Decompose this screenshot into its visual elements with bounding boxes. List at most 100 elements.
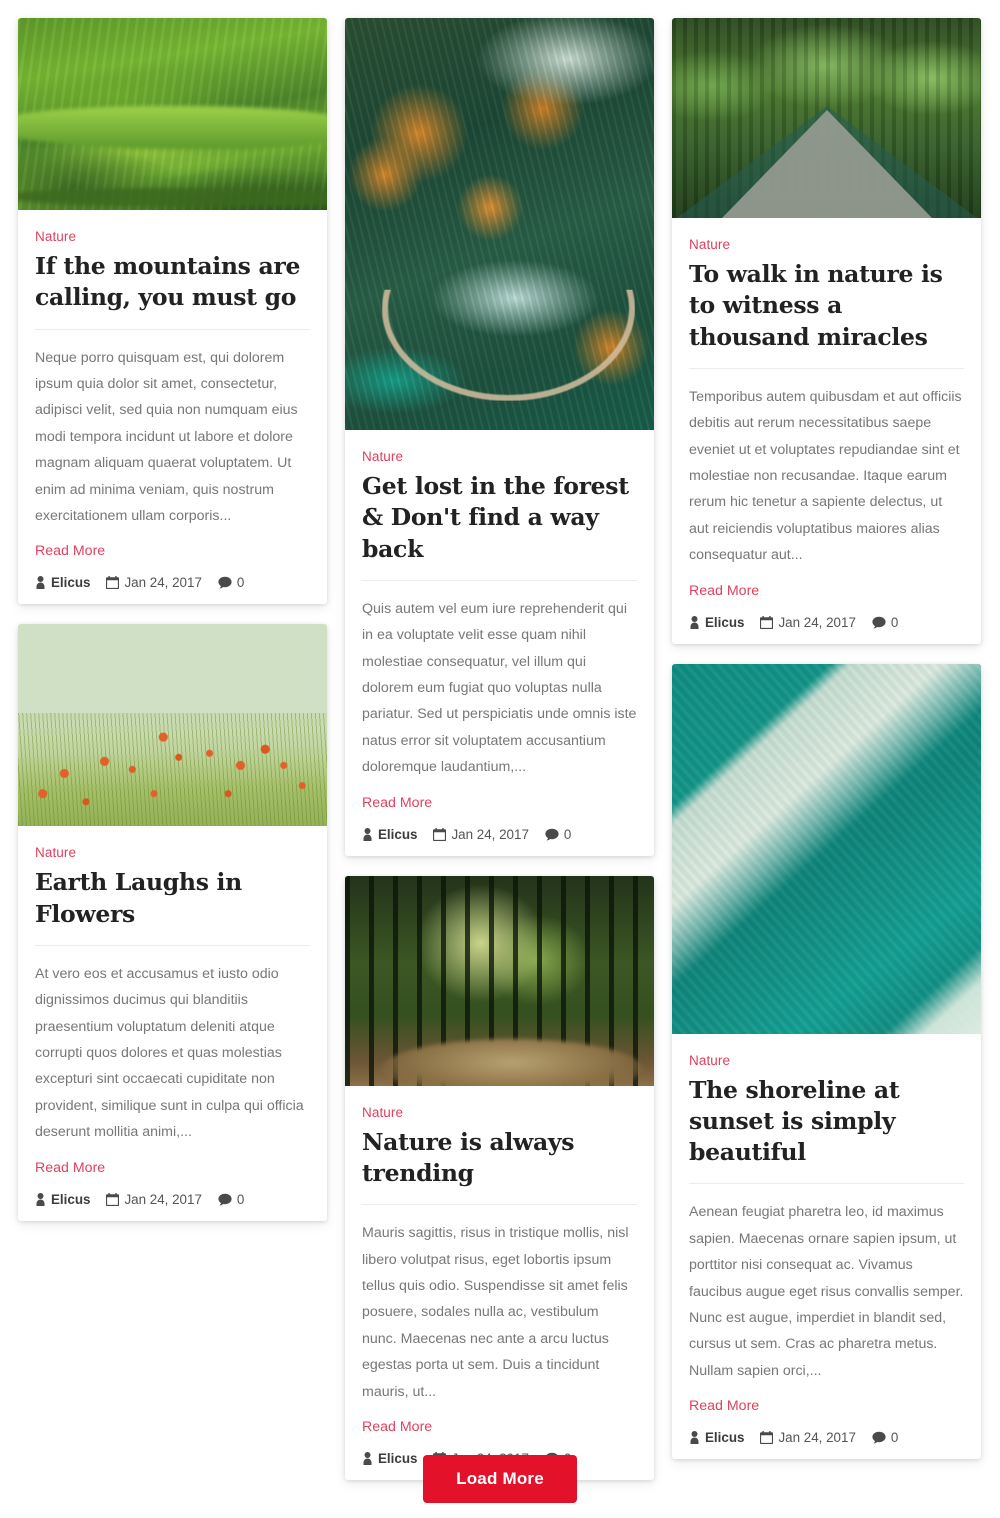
meta-date[interactable]: Jan 24, 2017: [760, 614, 856, 630]
post-excerpt: Mauris sagittis, risus in tristique moll…: [362, 1225, 629, 1400]
title-divider: [362, 579, 637, 581]
post-category[interactable]: Nature: [362, 449, 403, 464]
meta-date[interactable]: Jan 24, 2017: [106, 1192, 202, 1207]
post-title[interactable]: If the mountains are calling, you must g…: [35, 251, 310, 314]
post-title[interactable]: Nature is always trending: [362, 1127, 637, 1190]
mountain-hills-image: [18, 18, 327, 210]
post-category[interactable]: Nature: [35, 229, 76, 244]
post-excerpt: Neque porro quisquam est, qui dolorem ip…: [35, 349, 298, 524]
post-title[interactable]: Earth Laughs in Flowers: [35, 867, 310, 930]
author-name: Elicus: [51, 1191, 91, 1207]
calendar-icon: [433, 827, 447, 841]
calendar-icon: [106, 1192, 120, 1206]
load-more-button[interactable]: Load More: [423, 1455, 577, 1503]
author-name: Elicus: [705, 614, 745, 630]
author-name: Elicus: [378, 826, 418, 842]
meta-comments[interactable]: 0: [545, 827, 571, 842]
ocean-surf-image: [672, 663, 981, 1034]
post-excerpt: Aenean feugiat pharetra leo, id maximus …: [689, 1204, 964, 1379]
meta-author[interactable]: Elicus: [362, 827, 417, 842]
title-divider: [35, 328, 310, 330]
post-card[interactable]: Nature Earth Laughs in Flowers At vero e…: [18, 624, 327, 1221]
grid-column-1: Nature If the mountains are calling, you…: [18, 18, 327, 1221]
post-meta: Elicus Jan 24, 2017 0: [35, 1192, 310, 1207]
meta-author[interactable]: Elicus: [35, 1192, 90, 1207]
title-divider: [689, 1183, 964, 1185]
post-date: Jan 24, 2017: [451, 826, 529, 842]
calendar-icon: [760, 615, 774, 629]
forest-path-image: [345, 875, 654, 1086]
comment-icon: [872, 1431, 886, 1444]
jungle-bridge-image: [672, 18, 981, 218]
post-category[interactable]: Nature: [362, 1105, 403, 1120]
comment-count: 0: [563, 826, 572, 842]
comment-count: 0: [890, 1430, 899, 1446]
read-more-link[interactable]: Read More: [362, 1419, 432, 1435]
user-icon: [35, 576, 46, 590]
post-category[interactable]: Nature: [689, 1053, 730, 1068]
post-thumbnail[interactable]: [18, 18, 327, 210]
post-thumbnail[interactable]: [18, 624, 327, 827]
post-date: Jan 24, 2017: [778, 614, 856, 630]
read-more-link[interactable]: Read More: [362, 795, 432, 811]
user-icon: [362, 827, 373, 841]
poppy-field-image: [18, 624, 327, 827]
aerial-forest-lakes-image: [345, 18, 654, 430]
post-body: Nature If the mountains are calling, you…: [18, 210, 327, 604]
post-excerpt: At vero eos et accusamus et iusto odio d…: [35, 965, 304, 1141]
post-card[interactable]: Nature Get lost in the forest & Don't fi…: [345, 18, 654, 856]
post-excerpt: Temporibus autem quibusdam et aut offici…: [689, 388, 962, 564]
meta-comments[interactable]: 0: [218, 1192, 244, 1207]
post-date: Jan 24, 2017: [124, 575, 202, 591]
author-name: Elicus: [51, 575, 91, 591]
meta-author[interactable]: Elicus: [689, 1430, 744, 1445]
post-meta: Elicus Jan 24, 2017 0: [362, 827, 637, 842]
meta-date[interactable]: Jan 24, 2017: [433, 826, 529, 842]
post-meta: Elicus Jan 24, 2017 0: [689, 615, 964, 630]
post-body: Nature Nature is always trending Mauris …: [345, 1086, 654, 1480]
title-divider: [362, 1204, 637, 1206]
grid-column-2: Nature Get lost in the forest & Don't fi…: [345, 18, 654, 1480]
read-more-link[interactable]: Read More: [35, 1160, 105, 1176]
comment-icon: [218, 1193, 232, 1206]
post-title[interactable]: To walk in nature is to witness a thousa…: [689, 259, 964, 353]
title-divider: [689, 367, 964, 369]
post-meta: Elicus Jan 24, 2017 0: [35, 575, 310, 590]
post-card[interactable]: Nature The shoreline at sunset is simply…: [672, 663, 981, 1460]
post-thumbnail[interactable]: [672, 18, 981, 218]
author-name: Elicus: [705, 1430, 745, 1446]
post-body: Nature The shoreline at sunset is simply…: [672, 1034, 981, 1460]
post-body: Nature Get lost in the forest & Don't fi…: [345, 430, 654, 856]
post-title[interactable]: Get lost in the forest & Don't find a wa…: [362, 471, 637, 565]
post-body: Nature Earth Laughs in Flowers At vero e…: [18, 826, 327, 1220]
calendar-icon: [760, 1431, 774, 1445]
meta-author[interactable]: Elicus: [35, 575, 90, 590]
read-more-link[interactable]: Read More: [689, 1398, 759, 1414]
post-category[interactable]: Nature: [689, 237, 730, 252]
grid-column-3: Nature To walk in nature is to witness a…: [672, 18, 981, 1460]
read-more-link[interactable]: Read More: [35, 543, 105, 559]
load-more-container: Load More: [0, 1455, 1000, 1503]
post-date: Jan 24, 2017: [778, 1430, 856, 1446]
read-more-link[interactable]: Read More: [689, 583, 759, 599]
post-thumbnail[interactable]: [345, 875, 654, 1086]
post-thumbnail[interactable]: [672, 663, 981, 1034]
meta-comments[interactable]: 0: [218, 575, 244, 590]
meta-author[interactable]: Elicus: [689, 615, 744, 630]
title-divider: [35, 944, 310, 946]
meta-comments[interactable]: 0: [872, 615, 898, 630]
post-category[interactable]: Nature: [35, 845, 76, 860]
post-title[interactable]: The shoreline at sunset is simply beauti…: [689, 1075, 964, 1169]
calendar-icon: [106, 576, 120, 590]
user-icon: [689, 1431, 700, 1445]
meta-date[interactable]: Jan 24, 2017: [106, 575, 202, 591]
post-card[interactable]: Nature If the mountains are calling, you…: [18, 18, 327, 605]
meta-date[interactable]: Jan 24, 2017: [760, 1430, 856, 1446]
post-card[interactable]: Nature Nature is always trending Mauris …: [345, 875, 654, 1480]
comment-count: 0: [890, 614, 899, 630]
post-grid: Nature If the mountains are calling, you…: [18, 18, 982, 1480]
post-thumbnail[interactable]: [345, 18, 654, 430]
post-card[interactable]: Nature To walk in nature is to witness a…: [672, 18, 981, 644]
comment-count: 0: [236, 1191, 245, 1207]
meta-comments[interactable]: 0: [872, 1430, 898, 1445]
